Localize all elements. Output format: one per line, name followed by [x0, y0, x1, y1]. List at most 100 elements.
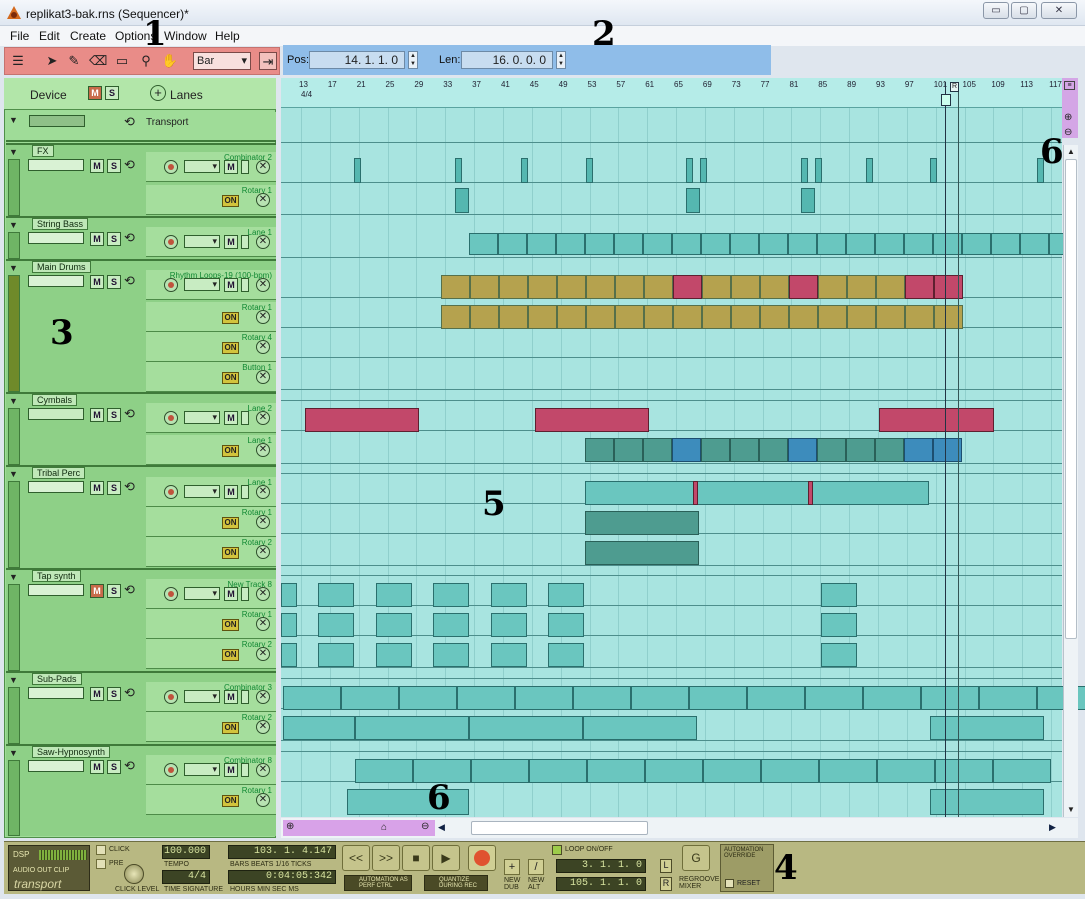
drum-clip[interactable]	[470, 275, 499, 299]
automation-icon[interactable]: ⟲	[124, 758, 135, 774]
cymbal-lane-clip[interactable]	[817, 438, 846, 462]
pencil-icon[interactable]: ✎	[65, 52, 83, 70]
delete-lane-icon[interactable]: ✕	[256, 690, 270, 704]
fx-clip[interactable]	[455, 158, 462, 183]
h-zoom-out-icon[interactable]: ⊖	[421, 821, 429, 832]
perc-automation-clip[interactable]	[585, 511, 699, 535]
regroove-button[interactable]: G	[682, 845, 710, 871]
len-spinner[interactable]: ▲ ▼	[556, 51, 566, 69]
pads-clip[interactable]	[805, 686, 863, 710]
automation-perf-toggle[interactable]: AUTOMATION AS PERF CTRL	[344, 875, 412, 891]
lane-row[interactable]: Lane 1 ▾ M ✕	[146, 227, 276, 257]
lane-dropdown[interactable]: ▾	[184, 690, 220, 703]
pads-clip[interactable]	[399, 686, 457, 710]
delete-lane-icon[interactable]: ✕	[256, 587, 270, 601]
lane-mute-button[interactable]: M	[224, 485, 238, 499]
drum-clip[interactable]	[586, 275, 615, 299]
bass-clip[interactable]	[962, 233, 991, 255]
lane-row[interactable]: Combinator 8 ▾ M ✕	[146, 755, 276, 785]
delete-lane-icon[interactable]: ✕	[256, 235, 270, 249]
collapse-icon[interactable]: ▼	[9, 675, 18, 685]
loop-left-display[interactable]: 3. 1. 1. 0	[556, 859, 646, 873]
transport-track[interactable]: ▼ ⟲ Transport	[6, 112, 276, 142]
synth-automation-clip[interactable]	[376, 613, 412, 637]
lane-row[interactable]: Rotary 2 ON ✕	[146, 712, 276, 742]
pads-clip[interactable]	[573, 686, 631, 710]
master-mute-button[interactable]: M	[88, 86, 102, 100]
track-device-icon[interactable]	[28, 275, 84, 287]
collapse-icon[interactable]: ▼	[9, 748, 18, 758]
saw-clip[interactable]	[819, 759, 877, 783]
bass-clip[interactable]	[991, 233, 1020, 255]
bbt-display[interactable]: 103. 1. 4.147	[228, 845, 336, 859]
track-mute-button[interactable]: M	[90, 481, 104, 495]
drum-automation-clip[interactable]	[905, 305, 934, 329]
horizontal-scroll-thumb[interactable]	[471, 821, 648, 835]
cymbal-lane-clip[interactable]	[759, 438, 788, 462]
synth-clip[interactable]	[318, 583, 354, 607]
bass-clip[interactable]	[527, 233, 556, 255]
delete-lane-icon[interactable]: ✕	[256, 310, 270, 324]
delete-lane-icon[interactable]: ✕	[256, 278, 270, 292]
select-arrow-icon[interactable]: ➤	[43, 52, 61, 70]
pads-clip[interactable]	[689, 686, 747, 710]
cymbal-clip[interactable]	[879, 408, 994, 432]
lane-record-button[interactable]	[164, 690, 178, 704]
play-button[interactable]: ▶	[432, 845, 460, 871]
drum-automation-clip[interactable]	[441, 305, 470, 329]
automation-icon[interactable]: ⟲	[124, 479, 135, 495]
synth-clip[interactable]	[491, 583, 527, 607]
synth-automation-clip[interactable]	[491, 613, 527, 637]
maximize-button[interactable]: ▢	[1011, 2, 1037, 19]
track-mute-button[interactable]: M	[90, 275, 104, 289]
lane-row[interactable]: New Track 8 ▾ M ✕	[146, 579, 276, 609]
collapse-icon[interactable]: ▼	[9, 220, 18, 230]
lane-solo-button[interactable]	[241, 485, 249, 499]
magnify-icon[interactable]: ⚲	[137, 52, 155, 70]
bass-clip[interactable]	[585, 233, 614, 255]
pads-clip[interactable]	[921, 686, 979, 710]
lane-dropdown[interactable]: ▾	[184, 278, 220, 291]
snap-select[interactable]: Bar ▾	[193, 52, 251, 70]
delete-lane-icon[interactable]: ✕	[256, 443, 270, 457]
h-zoom-in-icon[interactable]: ⊕	[286, 821, 294, 832]
song-position-line[interactable]	[945, 82, 946, 817]
time-display[interactable]: 0:04:05:342	[228, 870, 336, 884]
bass-clip[interactable]	[846, 233, 875, 255]
hand-icon[interactable]: ✋	[161, 52, 179, 70]
lane-on-button[interactable]: ON	[222, 795, 239, 807]
drum-clip[interactable]	[702, 275, 731, 299]
delete-lane-icon[interactable]: ✕	[256, 617, 270, 631]
lane-row[interactable]: Lane 1 ON ✕	[146, 435, 276, 465]
track-mute-button[interactable]: M	[90, 760, 104, 774]
menu-edit[interactable]: Edit	[39, 29, 60, 43]
snap-toggle-icon[interactable]: ⇥	[259, 52, 277, 70]
delete-lane-icon[interactable]: ✕	[256, 545, 270, 559]
fx-automation-clip[interactable]	[801, 188, 815, 213]
cymbal-lane-clip[interactable]	[875, 438, 904, 462]
lane-record-button[interactable]	[164, 278, 178, 292]
drum-clip[interactable]	[557, 275, 586, 299]
drum-clip[interactable]	[499, 275, 528, 299]
synth-automation-clip[interactable]	[318, 643, 354, 667]
lane-row[interactable]: Rotary 2 ON ✕	[146, 639, 276, 669]
lane-on-button[interactable]: ON	[222, 445, 239, 457]
click-checkbox[interactable]	[96, 845, 106, 855]
drum-clip[interactable]	[615, 275, 644, 299]
drum-automation-clip[interactable]	[818, 305, 847, 329]
synth-automation-clip[interactable]	[281, 643, 297, 667]
saw-clip[interactable]	[877, 759, 935, 783]
fx-clip[interactable]	[700, 158, 707, 183]
cymbal-clip[interactable]	[535, 408, 649, 432]
saw-clip[interactable]	[471, 759, 529, 783]
pads-clip[interactable]	[283, 686, 341, 710]
drum-clip[interactable]	[673, 275, 702, 299]
bass-clip[interactable]	[788, 233, 817, 255]
cymbal-lane-clip[interactable]	[643, 438, 672, 462]
cymbal-lane-clip[interactable]	[585, 438, 614, 462]
track-name[interactable]: FX	[32, 145, 54, 157]
pads-automation-clip[interactable]	[355, 716, 469, 740]
bass-clip[interactable]	[904, 233, 933, 255]
drum-automation-clip[interactable]	[528, 305, 557, 329]
synth-automation-clip[interactable]	[821, 643, 857, 667]
